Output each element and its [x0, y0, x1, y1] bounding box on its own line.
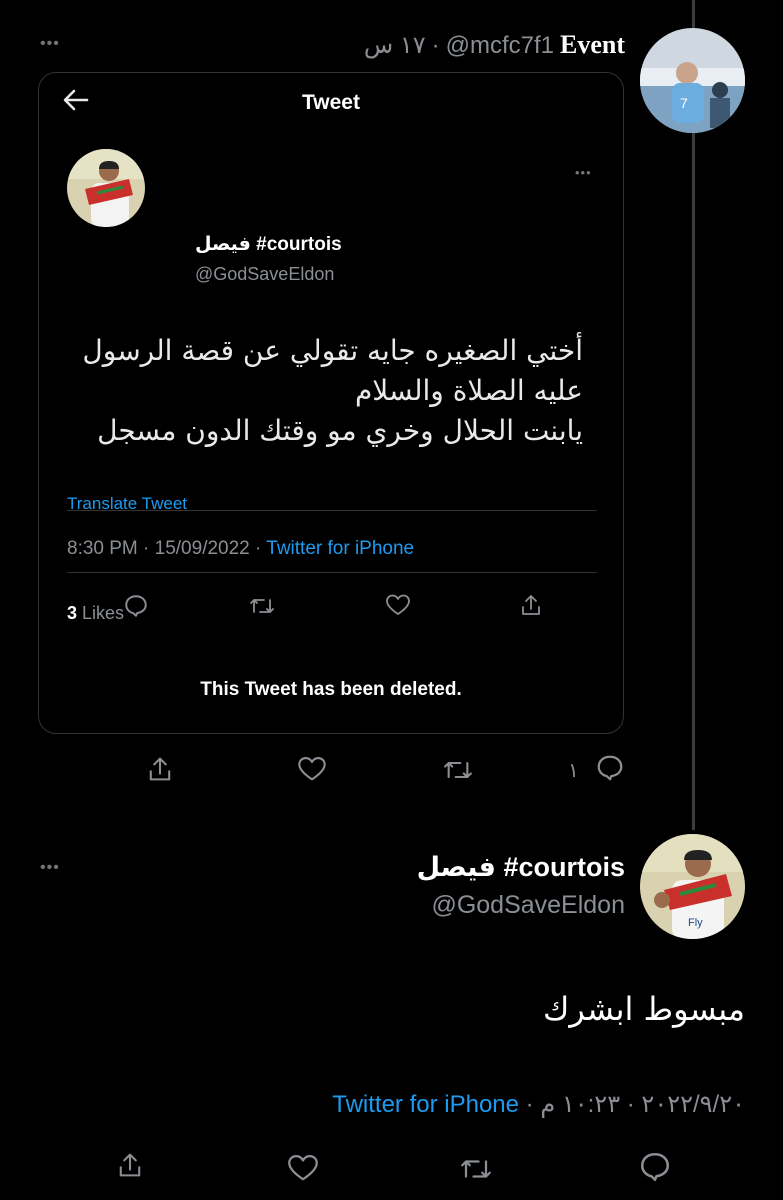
reply-header: ١٧ س · @mcfc7f1 Event — [364, 30, 625, 60]
main-more-icon[interactable]: ••• — [40, 860, 60, 876]
quoted-author-handle: @GodSaveEldon — [195, 264, 335, 284]
main-author-handle[interactable]: @GodSaveEldon — [431, 891, 625, 920]
svg-text:Fly: Fly — [688, 917, 703, 929]
main-tweet-meta: ٢٠٢٢/٩/٢٠ · ١٠:٢٣ م · Twitter for iPhone — [332, 1090, 745, 1119]
share-icon — [519, 592, 543, 623]
main-date-time: ٢٠٢٢/٩/٢٠ · ١٠:٢٣ م · — [519, 1091, 745, 1118]
heart-icon[interactable] — [286, 1153, 320, 1183]
quoted-timestamp: 8:30 PM · 15/09/2022 · Twitter for iPhon… — [67, 538, 414, 560]
quoted-author-name: فيصل #courtois — [195, 234, 342, 255]
quoted-tweet-image[interactable]: Tweet فيصل #courtois @GodSaveEldon ••• أ… — [38, 72, 624, 734]
quoted-tweet-body: أختي الصغيره جايه تقولي عن قصة الرسول عل… — [63, 331, 583, 451]
reply-count: ١ — [568, 760, 579, 782]
svg-text:7: 7 — [680, 95, 688, 111]
likes-number: 3 — [67, 603, 78, 623]
main-author-name[interactable]: فيصل #courtois — [417, 852, 625, 883]
likes-count: 3 Likes — [67, 603, 124, 624]
reply-display-name[interactable]: Event — [560, 30, 625, 60]
card-title: Tweet — [302, 91, 360, 114]
share-icon[interactable] — [146, 754, 174, 784]
quoted-body-line: أختي الصغيره جايه تقولي عن قصة الرسول — [82, 334, 583, 367]
quoted-body-line: عليه الصلاة والسلام — [354, 374, 583, 407]
reply-bubble-icon[interactable] — [638, 1150, 672, 1184]
retweet-icon — [248, 594, 276, 623]
reply-separator: · — [431, 32, 440, 59]
main-author-avatar[interactable]: Fly — [640, 834, 745, 939]
retweet-icon[interactable] — [458, 1154, 494, 1184]
reply-time: ١٧ س — [363, 32, 426, 59]
reply-more-icon[interactable]: ••• — [40, 36, 60, 52]
quoted-time-date: 8:30 PM · 15/09/2022 · — [67, 538, 267, 559]
quoted-source: Twitter for iPhone — [266, 538, 415, 559]
divider — [67, 510, 597, 511]
reply-author-avatar[interactable]: 7 — [640, 28, 745, 133]
heart-icon — [385, 593, 411, 622]
divider — [67, 572, 597, 573]
deleted-notice: This Tweet has been deleted. — [200, 679, 462, 700]
main-tweet-body: مبسوط ابشرك — [542, 990, 745, 1028]
translate-tweet-link: Translate Tweet — [67, 494, 188, 513]
quoted-author-avatar — [67, 149, 145, 227]
reply-handle[interactable]: @mcfc7f1 — [446, 32, 554, 60]
likes-label: Likes — [77, 603, 125, 623]
quoted-body-line: يابنت الحلال وخري مو وقتك الدون مسجل — [97, 414, 583, 447]
reply-bubble-icon — [123, 593, 149, 624]
quoted-more-icon: ••• — [575, 165, 592, 180]
retweet-icon[interactable] — [441, 756, 475, 784]
heart-icon[interactable] — [297, 755, 327, 783]
main-source-link[interactable]: Twitter for iPhone — [332, 1091, 519, 1118]
share-icon[interactable] — [116, 1150, 144, 1180]
reply-bubble-icon[interactable] — [595, 753, 625, 783]
